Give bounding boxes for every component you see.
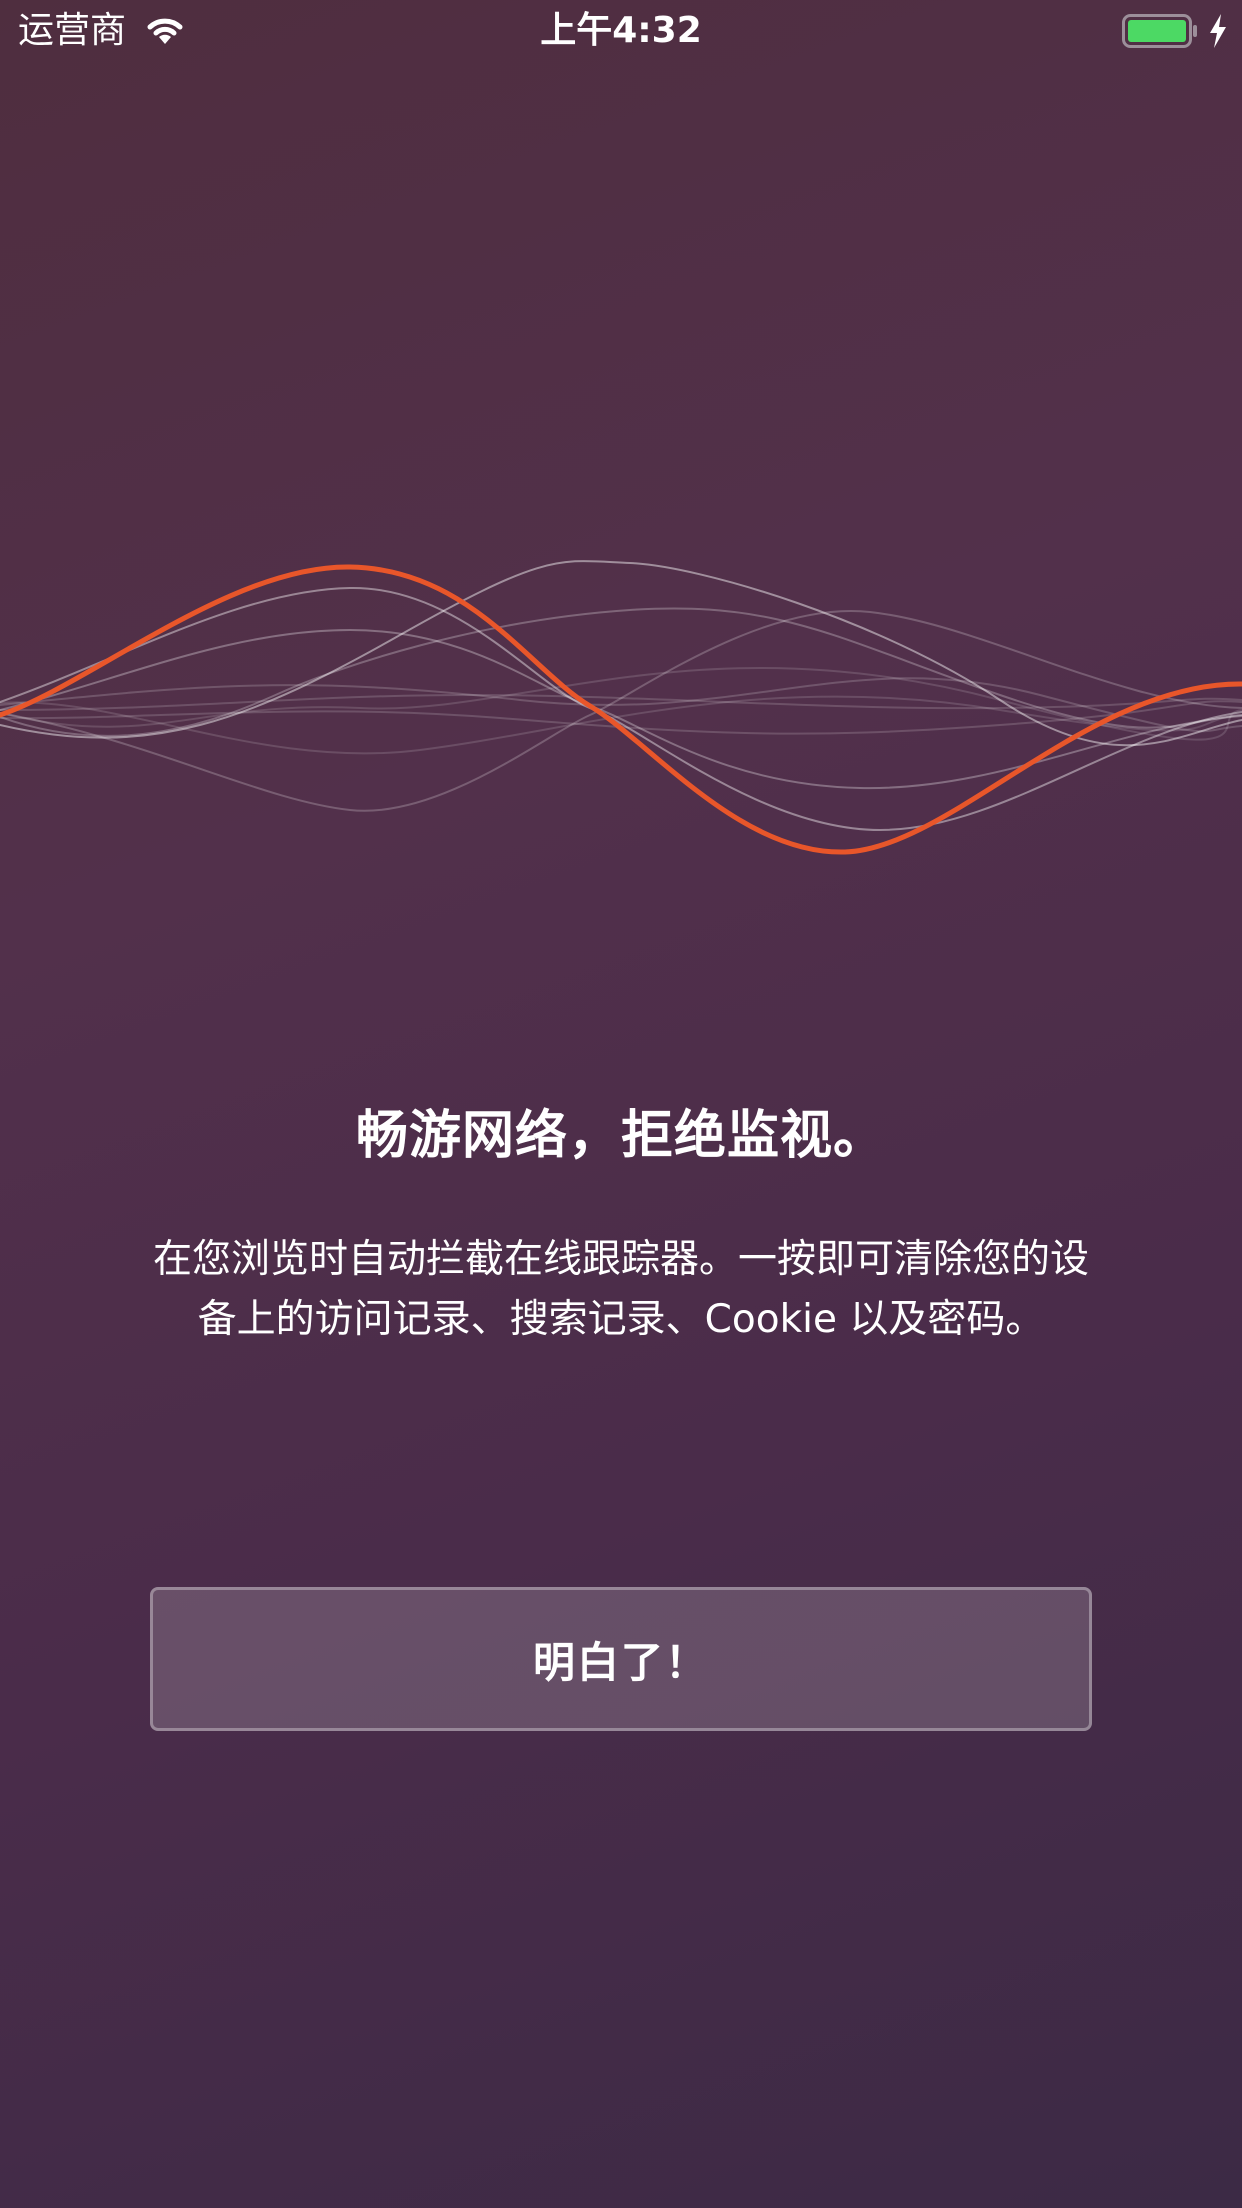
got-it-button[interactable]: 明白了！ [150, 1587, 1092, 1731]
onboarding-headline: 畅游网络，拒绝监视。 [355, 1106, 886, 1166]
charging-icon [1210, 14, 1226, 48]
got-it-button-label: 明白了！ [532, 1637, 709, 1687]
status-bar: 运营商 上午4:32 [0, 0, 1242, 62]
wave-line [0, 586, 1242, 832]
wave-illustration [0, 560, 1242, 855]
wave-line [0, 560, 1242, 747]
battery-icon [1122, 14, 1197, 48]
status-time: 上午4:32 [540, 10, 702, 51]
onboarding-description: 在您浏览时自动拦截在线跟踪器。一按即可清除您的设备上的访问记录、搜索记录、Coo… [152, 1237, 1089, 1342]
